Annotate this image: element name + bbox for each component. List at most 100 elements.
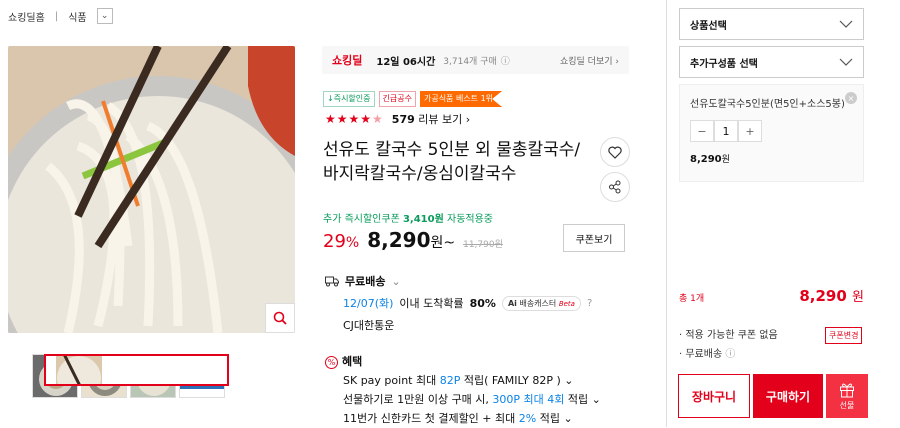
chevron-down-icon[interactable]: ⌄ (96, 8, 113, 24)
thumbnail-1[interactable] (44, 354, 229, 386)
coupon-amount: 3,410원 (402, 214, 444, 225)
cart-button[interactable]: 장바구니 (678, 374, 750, 418)
quantity-stepper: − 1 + (690, 120, 853, 142)
discount-rate: 29% (323, 231, 359, 252)
zoom-button[interactable] (265, 303, 295, 333)
price-row: 29% 8,290원~ 11,790원 (323, 228, 503, 252)
purchase-sidebar: 상품선택 추가구성품 선택 × 선유도칼국수5인분(면5인+소스5봉) − 1 … (666, 0, 900, 427)
benefit-2b: 300P 최대 4회 (492, 393, 565, 406)
ai-prefix: Ai (507, 298, 517, 308)
breadcrumb: 쇼킹딜홈 | 식품 ⌄ (8, 8, 113, 24)
coupon-change-button[interactable]: 쿠폰변경 (825, 327, 863, 344)
chevron-down-icon[interactable]: ⌄ (391, 275, 400, 288)
shocking-deal-logo: 쇼킹딜 (332, 54, 363, 67)
addon-select-dropdown[interactable]: 추가구성품 선택 (679, 46, 864, 78)
total-amount-value: 8,290 (799, 287, 847, 305)
qty-increase-button[interactable]: + (738, 120, 762, 142)
noodle-photo (8, 46, 295, 333)
review-count: 579 (391, 113, 415, 126)
breadcrumb-category[interactable]: 식품 (68, 9, 86, 24)
addon-select-label: 추가구성품 선택 (690, 58, 758, 70)
percent-icon: % (325, 356, 338, 369)
share-icon (609, 180, 621, 194)
shipping-label: 무료배송 (345, 275, 386, 288)
close-icon[interactable]: × (845, 92, 857, 104)
shipping-row: 무료배송 ⌄ (325, 273, 592, 289)
benefit-1b: 82P (439, 374, 461, 387)
review-link[interactable]: 579 리뷰 보기 › (392, 111, 470, 127)
selected-item-name: 선유도칼국수5인분(면5인+소스5봉) (690, 99, 845, 110)
shipping-info-row: · 무료배송 ⓘ (679, 349, 736, 360)
total-amount: 8,290 원 (799, 286, 864, 305)
coupon-info-row: · 적용 가능한 쿠폰 없음 (679, 330, 778, 341)
badge-best: 가공식품 베스트 1위 (419, 91, 503, 107)
benefit-line-1[interactable]: SK pay point 최대 82P 적립( FAMILY 82P ) ⌄ (325, 371, 601, 390)
breadcrumb-home[interactable]: 쇼킹딜홈 (8, 9, 45, 24)
original-price: 11,790원 (463, 240, 503, 250)
badge-instant-discount: ↓즉시할인중 (323, 91, 375, 107)
chevron-down-icon: ⌄ (564, 374, 574, 387)
chevron-down-icon (839, 20, 853, 28)
ai-caster-badge: Ai 배송캐스터 Beta (501, 295, 581, 311)
gift-button[interactable]: 선물 (826, 374, 868, 418)
buy-button[interactable]: 구매하기 (753, 374, 823, 418)
badge-row: ↓즉시할인중 긴급공수 가공식품 베스트 1위 (323, 91, 503, 107)
gift-label: 선물 (839, 400, 855, 410)
info-icon[interactable]: ⓘ (501, 54, 510, 67)
coupon-prefix: 추가 즉시할인쿠폰 (323, 214, 400, 225)
benefit-1c: 적립( FAMILY 82P ) (463, 374, 561, 387)
sale-price-value: 8,290 (367, 228, 431, 252)
deal-more-label: 쇼킹딜 더보기 (559, 56, 613, 67)
carrier-row: CJ대한통운 (325, 317, 592, 333)
benefit-3b: 2% (518, 412, 537, 425)
share-button[interactable] (600, 172, 630, 202)
qty-decrease-button[interactable]: − (690, 120, 714, 142)
carrier-name: CJ대한통운 (343, 319, 395, 332)
total-amount-unit: 원 (852, 290, 864, 305)
product-main-image[interactable] (8, 46, 295, 333)
item-price-value: 8,290 (690, 154, 722, 165)
info-icon[interactable]: ⓘ (725, 349, 735, 360)
benefit-1a: SK pay point 최대 (343, 374, 437, 387)
delivery-date: 12/07(화) (343, 297, 394, 310)
qty-value[interactable]: 1 (714, 120, 738, 142)
review-label: 리뷰 보기 (418, 113, 463, 126)
ai-caster-label: 배송캐스터 (519, 298, 557, 308)
chevron-down-icon (839, 58, 853, 66)
benefit-2c: 적립 (567, 393, 589, 406)
sale-price: 8,290원~ (367, 228, 455, 252)
total-count: 총 1개 (679, 294, 705, 304)
rating-row: ★★★★★ 579 리뷰 보기 › (325, 111, 470, 127)
deal-more-link[interactable]: 쇼킹딜 더보기 › (560, 54, 619, 67)
product-select-dropdown[interactable]: 상품선택 (679, 8, 864, 40)
delivery-estimate: 12/07(화) 이내 도착확률 80% Ai 배송캐스터 Beta ? (325, 295, 592, 311)
ai-beta: Beta (558, 299, 575, 308)
shipping-section: 무료배송 ⌄ 12/07(화) 이내 도착확률 80% Ai 배송캐스터 Bet… (325, 273, 592, 339)
action-buttons: 장바구니 구매하기 선물 (678, 374, 868, 418)
star-rating: ★★★★★ (325, 112, 384, 126)
badge-urgent: 긴급공수 (378, 91, 416, 107)
selected-item-price: 8,290원 (690, 152, 853, 165)
benefits-header: % 혜택 (325, 352, 601, 371)
sale-price-unit: 원~ (430, 235, 456, 251)
sidebar-info: · 적용 가능한 쿠폰 없음 · 무료배송 ⓘ (679, 326, 778, 364)
coupon-view-button[interactable]: 쿠폰보기 (563, 224, 625, 252)
discount-value: 29 (323, 231, 346, 252)
shipping-info-text: 무료배송 (685, 349, 723, 360)
benefits-section: % 혜택 SK pay point 최대 82P 적립( FAMILY 82P )… (325, 352, 601, 428)
benefit-line-2[interactable]: 선물하기로 1만원 이상 구매 시, 300P 최대 4회 적립 ⌄ (325, 390, 601, 409)
wishlist-button[interactable] (600, 137, 630, 167)
product-title: 선유도 칼국수 5인분 외 물총칼국수/바지락칼국수/옹심이칼국수 (323, 140, 581, 184)
help-icon[interactable]: ? (587, 298, 592, 309)
total-row: 총 1개 8,290 원 (679, 286, 864, 305)
truck-icon (325, 276, 339, 286)
chevron-down-icon: ⌄ (563, 412, 573, 425)
coupon-info-text: 적용 가능한 쿠폰 없음 (685, 330, 778, 341)
benefits-label: 혜택 (342, 355, 363, 368)
gift-icon (840, 383, 854, 397)
auto-coupon-info: 추가 즉시할인쿠폰 3,410원 자동적용중 (323, 210, 493, 225)
search-icon (273, 311, 287, 325)
benefit-line-3[interactable]: 11번가 신한카드 첫 결제할인 + 최대 2% 적립 ⌄ (325, 409, 601, 428)
delivery-rate: 80% (469, 296, 496, 310)
discount-unit: % (345, 235, 360, 251)
